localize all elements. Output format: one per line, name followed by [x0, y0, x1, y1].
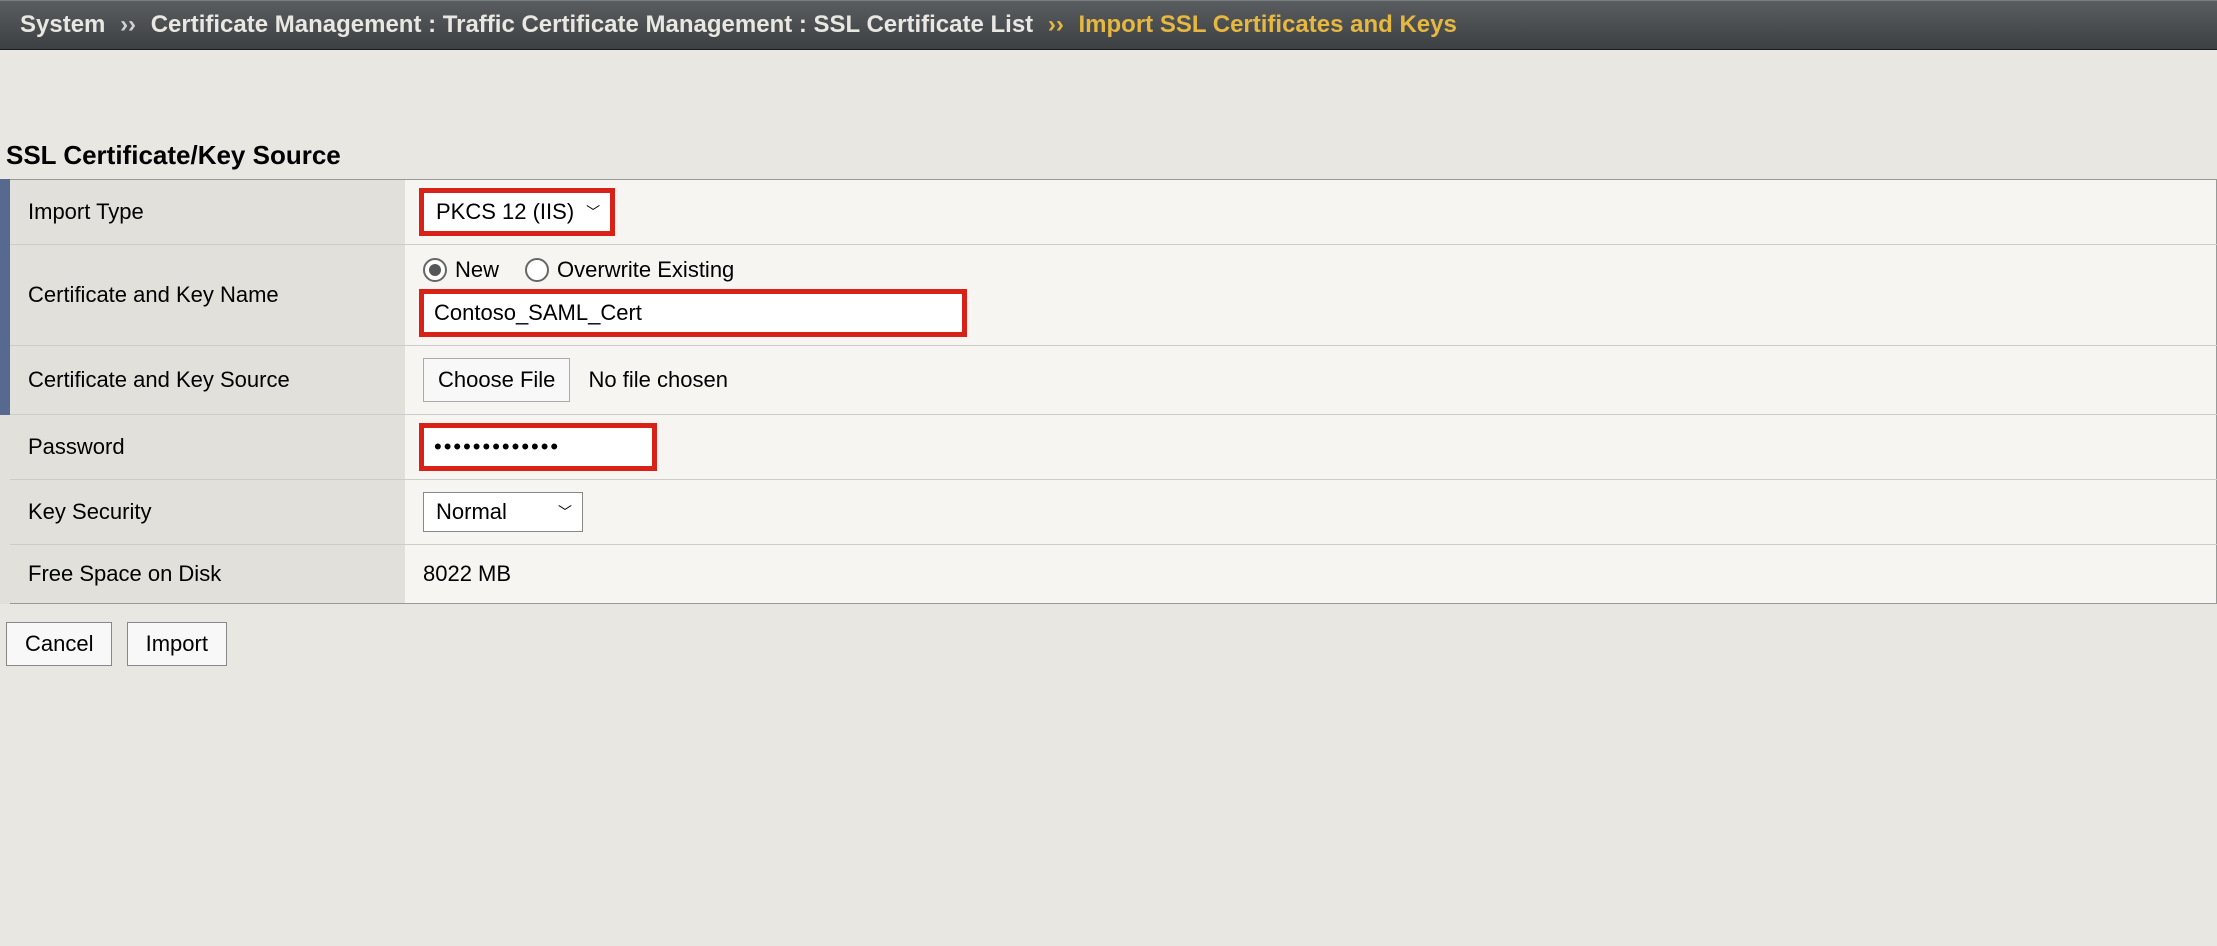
password-input[interactable] [423, 427, 653, 467]
label-key-security: Key Security [5, 480, 405, 545]
breadcrumb-separator-icon: ›› [1048, 11, 1064, 38]
breadcrumb-current: Import SSL Certificates and Keys [1079, 11, 1457, 38]
label-password: Password [5, 415, 405, 480]
breadcrumb: System ›› Certificate Management : Traff… [0, 0, 2217, 50]
import-type-select[interactable]: PKCS 12 (IIS) ﹀ [423, 192, 611, 232]
label-cert-key-source: Certificate and Key Source [5, 346, 405, 415]
cancel-button[interactable]: Cancel [6, 622, 112, 666]
breadcrumb-path[interactable]: Certificate Management : Traffic Certifi… [151, 11, 1033, 38]
label-free-space: Free Space on Disk [5, 545, 405, 604]
chevron-down-icon: ﹀ [586, 202, 600, 222]
section-title: SSL Certificate/Key Source [0, 140, 2217, 179]
import-button[interactable]: Import [127, 622, 227, 666]
key-security-select[interactable]: Normal ﹀ [423, 492, 583, 532]
cert-key-name-input[interactable] [423, 293, 963, 333]
choose-file-button[interactable]: Choose File [423, 358, 570, 402]
radio-new[interactable] [423, 258, 447, 282]
free-space-value: 8022 MB [423, 561, 511, 586]
radio-overwrite-label: Overwrite Existing [557, 257, 734, 283]
label-cert-key-name: Certificate and Key Name [5, 245, 405, 346]
chevron-down-icon: ﹀ [558, 502, 572, 522]
file-chosen-status: No file chosen [589, 367, 728, 392]
breadcrumb-root[interactable]: System [20, 11, 105, 38]
breadcrumb-separator-icon: ›› [120, 11, 136, 38]
radio-new-label: New [455, 257, 499, 283]
label-import-type: Import Type [5, 180, 405, 245]
key-security-value: Normal [436, 499, 507, 525]
import-type-value: PKCS 12 (IIS) [436, 199, 574, 225]
radio-overwrite[interactable] [525, 258, 549, 282]
ssl-source-form: Import Type PKCS 12 (IIS) ﹀ Certificate … [0, 179, 2217, 604]
